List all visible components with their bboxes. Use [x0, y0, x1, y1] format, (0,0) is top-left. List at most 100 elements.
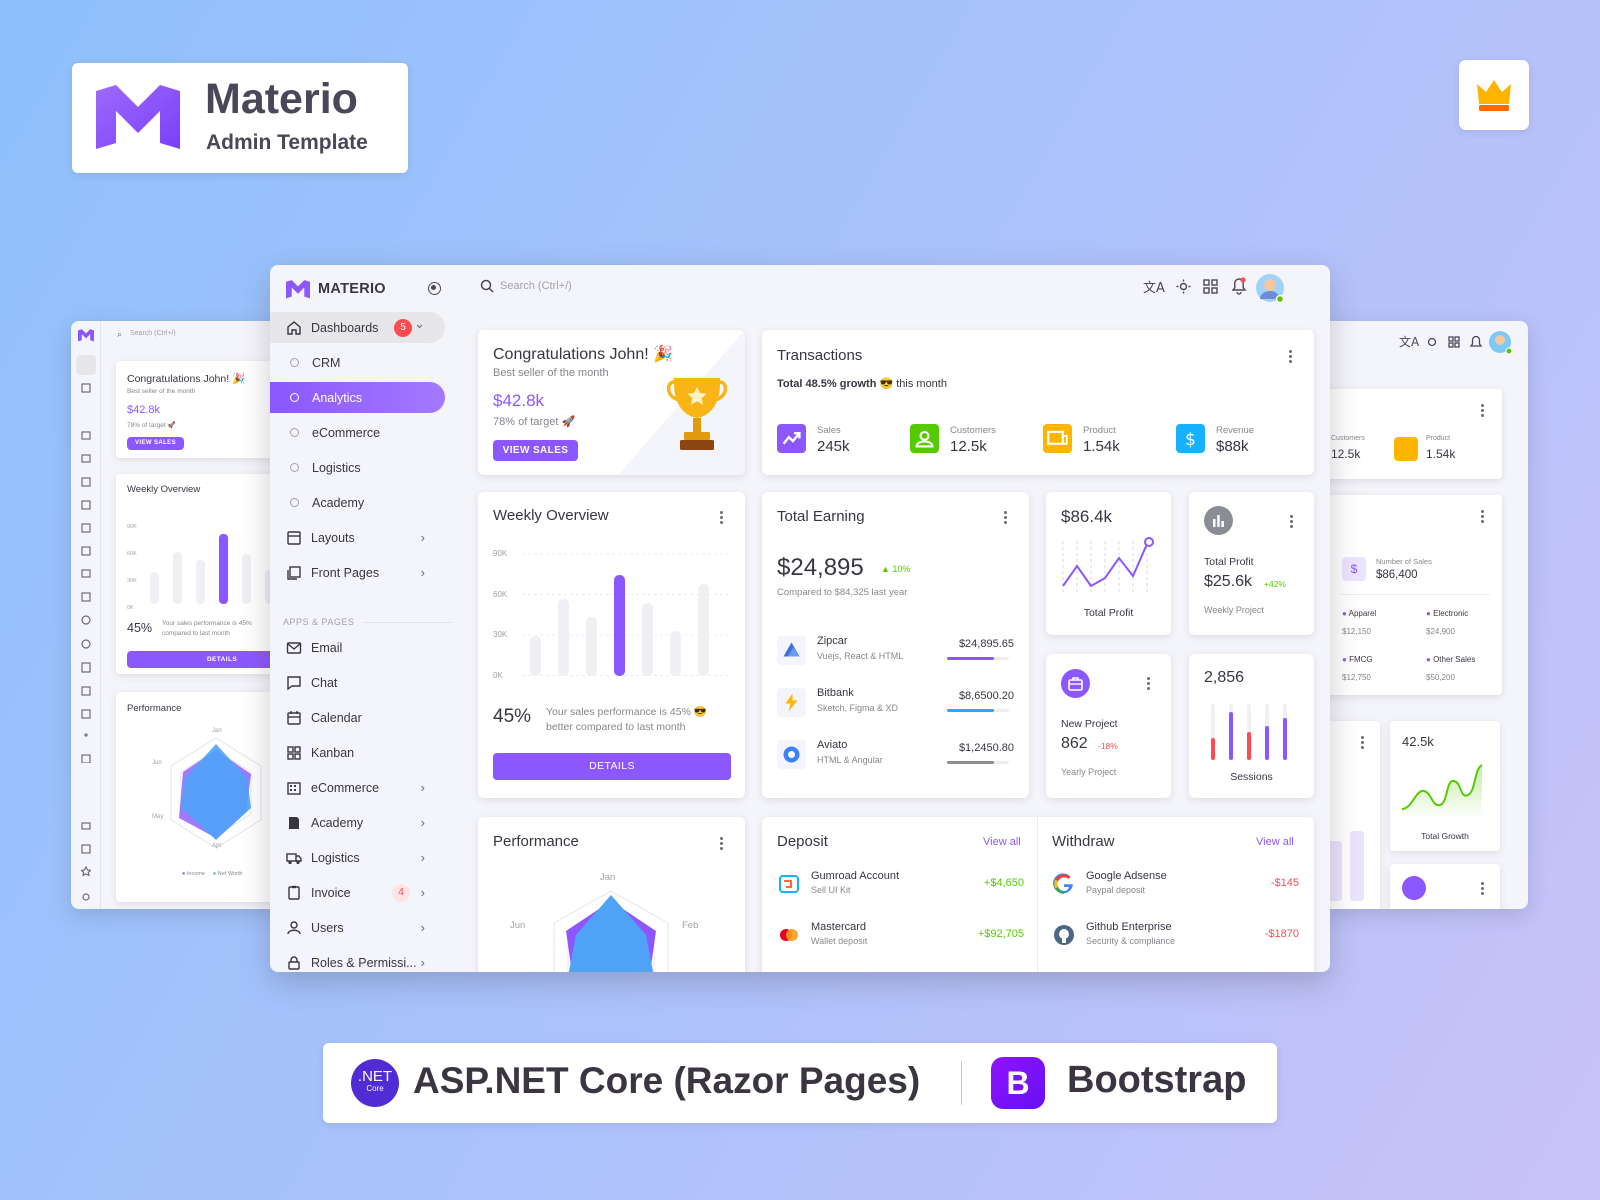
deposit-withdraw-card: Deposit View all Withdraw View all Gumro… — [762, 817, 1314, 972]
sessions-bar-chart — [1211, 704, 1296, 764]
more-icon[interactable] — [713, 509, 729, 525]
left-view-sales-button[interactable]: VIEW SALES — [127, 437, 184, 450]
left-tick: 0K — [127, 605, 134, 611]
more-icon[interactable] — [1474, 880, 1490, 896]
bar — [1328, 841, 1342, 901]
left-congrats-card: Congratulations John! 🎉 Best seller of t… — [116, 361, 291, 458]
aspnet-label: ASP.NET Core (Razor Pages) — [413, 1060, 921, 1101]
weekly-overview-card: Weekly Overview 90K 60K 30K 0K 45% Your … — [478, 492, 745, 798]
more-icon[interactable] — [1354, 734, 1370, 750]
new-project-card: New Project 862 -18% Yearly Project — [1046, 654, 1171, 798]
sidebar-item-calendar[interactable]: Calendar — [270, 702, 445, 733]
revenue-label: Revenue — [1216, 425, 1255, 436]
more-icon[interactable] — [1282, 348, 1298, 364]
left-details-button[interactable]: DETAILS — [127, 651, 291, 668]
shortcuts-icon[interactable] — [1203, 279, 1218, 294]
weekly-ticks: 90K 60K 30K 0K — [493, 549, 507, 680]
progress-fill — [947, 761, 994, 764]
left-radar-legend: ● Income ● Net Worth — [182, 871, 242, 877]
deposit-title: Deposit — [777, 833, 828, 850]
sidebar-item-layouts[interactable]: Layouts › — [270, 522, 445, 553]
performance-radar-chart — [536, 887, 686, 972]
right-customers-value: 12.5k — [1331, 447, 1361, 461]
search-icon[interactable] — [480, 279, 494, 293]
notification-bell-icon[interactable] — [1231, 277, 1247, 295]
ledger-item-name: Gumroad Account — [811, 870, 900, 882]
right-preview-window: 文A Customers 12.5k Product 1.54k $ Numbe… — [1320, 321, 1528, 909]
sidebar-item-ecommerce[interactable]: eCommerce › — [270, 772, 445, 803]
sidebar-item-logistics[interactable]: Logistics — [270, 452, 445, 483]
svg-text:文A: 文A — [1399, 334, 1420, 349]
mini-nav-icons-bottom[interactable] — [81, 817, 91, 907]
truck-icon — [286, 850, 302, 866]
sidebar-item-ecommerce[interactable]: eCommerce — [270, 417, 445, 448]
new-project-change: -18% — [1098, 741, 1118, 751]
right-cat-2: ● FMCG — [1342, 655, 1373, 664]
sidebar-item-roles-permissi-[interactable]: Roles & Permissi... › — [270, 947, 445, 972]
theme-icon[interactable] — [1176, 279, 1191, 294]
sidebar-item-dashboards[interactable]: Dashboards 5 ⌄ — [270, 312, 445, 343]
brand-subtitle: Admin Template — [206, 131, 368, 154]
mini-logo-icon — [78, 329, 94, 342]
earning-compare: Compared to $84,325 last year — [777, 587, 908, 598]
more-icon[interactable] — [713, 835, 729, 851]
left-congrats-target: 78% of target 🚀 — [127, 422, 176, 429]
mini-home-icon[interactable] — [76, 355, 96, 375]
legend-income: ● Income — [182, 871, 205, 877]
sidebar-item-email[interactable]: Email — [270, 632, 445, 663]
withdraw-view-all-link[interactable]: View all — [1256, 836, 1294, 848]
app-logo-text: MATERIO — [318, 281, 386, 297]
sidebar-item-crm[interactable]: CRM — [270, 347, 445, 378]
search-input[interactable]: Search (Ctrl+/) — [500, 280, 572, 292]
sidebar-item-logistics[interactable]: Logistics › — [270, 842, 445, 873]
product-icon — [1043, 424, 1072, 453]
earning-item-amount: $24,895.65 — [958, 638, 1014, 650]
translate-icon[interactable]: 文A — [1143, 277, 1165, 296]
weekly-bar — [642, 603, 653, 676]
sidebar-item-chat[interactable]: Chat — [270, 667, 445, 698]
sessions-value: 2,856 — [1204, 669, 1245, 686]
bar — [1350, 831, 1364, 901]
more-icon[interactable] — [1474, 508, 1490, 524]
front-pages-icon — [286, 565, 302, 581]
sidebar-item-academy[interactable]: Academy › — [270, 807, 445, 838]
performance-card: Performance Jan Feb Jun — [478, 817, 745, 972]
sidebar-item-label: Dashboards — [311, 320, 379, 335]
sidebar-item-academy[interactable]: Academy — [270, 487, 445, 518]
more-icon[interactable] — [997, 509, 1013, 525]
more-icon[interactable] — [1474, 402, 1490, 418]
left-weekly-ticks: 90K 60K 30K 0K — [127, 514, 137, 622]
view-sales-button[interactable]: VIEW SALES — [493, 440, 578, 461]
sidebar-item-users[interactable]: Users › — [270, 912, 445, 943]
more-icon[interactable] — [1283, 513, 1299, 529]
mini-nav-icons[interactable] — [81, 383, 91, 763]
cat-value: $12,750 — [1342, 673, 1371, 682]
left-search-input[interactable]: Search (Ctrl+/) — [130, 330, 176, 337]
cat-name: Other Sales — [1433, 655, 1476, 664]
more-icon[interactable] — [1140, 675, 1156, 691]
product-value: 1.54k — [1083, 438, 1120, 455]
total-profit-change: +42% — [1264, 579, 1286, 589]
withdraw-title: Withdraw — [1052, 833, 1115, 850]
circle-bullet-icon — [290, 428, 299, 437]
left-radar-label: Jun — [152, 760, 162, 766]
left-congrats-amount: $42.8k — [127, 404, 161, 416]
user-avatar[interactable] — [1255, 273, 1285, 303]
ledger-item-name: Google Adsense — [1086, 870, 1167, 882]
deposit-view-all-link[interactable]: View all — [983, 836, 1021, 848]
sidebar-item-label: Logistics — [312, 460, 361, 475]
gumroad-logo-icon — [777, 872, 801, 896]
sidebar-item-kanban[interactable]: Kanban — [270, 737, 445, 768]
details-button[interactable]: DETAILS — [493, 753, 731, 780]
right-topbar-icons[interactable]: 文A — [1397, 329, 1517, 355]
sidebar-item-label: Logistics — [311, 850, 360, 865]
sidebar-item-front-pages[interactable]: Front Pages › — [270, 557, 445, 588]
lock-icon — [286, 955, 302, 971]
brand-card: Materio Admin Template — [72, 63, 408, 173]
sidebar-item-analytics[interactable]: Analytics — [270, 382, 445, 413]
left-congrats-sub: Best seller of the month — [127, 388, 196, 395]
divider — [1340, 594, 1490, 595]
badge: 4 — [392, 883, 410, 902]
sidebar-item-invoice[interactable]: Invoice 4 › — [270, 877, 445, 908]
collapse-toggle-icon[interactable] — [428, 282, 441, 295]
